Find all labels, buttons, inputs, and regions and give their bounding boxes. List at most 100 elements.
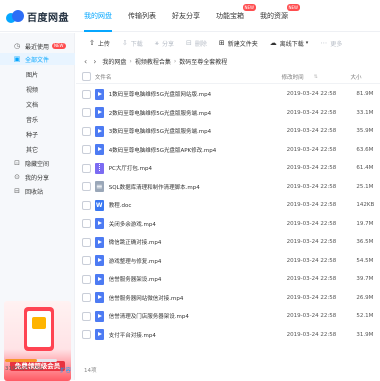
- row-checkbox[interactable]: [82, 145, 91, 154]
- offline-download-button[interactable]: ☁离线下载▾: [265, 36, 314, 50]
- table-row[interactable]: 微信跳正确对接.mp42019-03-24 22:5836.5M: [76, 233, 380, 252]
- row-checkbox[interactable]: [82, 127, 91, 136]
- video-file-icon: [95, 311, 104, 322]
- table-row[interactable]: 4数码至尊电脑维修5G光盘版APK修改.mp42019-03-24 22:586…: [76, 141, 380, 160]
- file-modified-time: 2019-03-24 22:58: [287, 276, 357, 282]
- sidebar-item-all-files[interactable]: ▣ 全部文件: [0, 53, 75, 65]
- row-checkbox[interactable]: [82, 275, 91, 284]
- file-size: 39.7M: [356, 276, 380, 282]
- file-name[interactable]: 教程.doc: [109, 201, 287, 209]
- row-checkbox[interactable]: [82, 90, 91, 99]
- file-table-header: 文件名 修改时间⇅ 大小: [76, 70, 380, 84]
- sidebar-item-recycle-bin[interactable]: ⊟ 回收站: [0, 185, 75, 197]
- table-row[interactable]: PC大厅打包.mp42019-03-24 22:5861.4M: [76, 159, 380, 178]
- delete-button[interactable]: ⊟删除: [181, 36, 212, 50]
- toolbar: ⇧上传 ⇩下载 ⚹分享 ⊟删除 ⊞新建文件夹 ☁离线下载▾ ⋯更多: [76, 33, 380, 53]
- row-checkbox[interactable]: [82, 238, 91, 247]
- sidebar-item-torrents[interactable]: 种子: [0, 128, 75, 140]
- nav-tab-friend-share[interactable]: 好友分享: [164, 0, 208, 32]
- row-checkbox[interactable]: [82, 201, 91, 210]
- download-button[interactable]: ⇩下载: [117, 36, 148, 50]
- row-checkbox[interactable]: [82, 256, 91, 265]
- video-file-icon: [95, 144, 104, 155]
- breadcrumb-item[interactable]: 视频教程合集: [135, 57, 171, 66]
- chevron-down-icon: ▾: [306, 40, 309, 46]
- column-header-name[interactable]: 文件名: [95, 73, 282, 81]
- new-folder-button[interactable]: ⊞新建文件夹: [214, 36, 263, 50]
- column-header-time[interactable]: 修改时间⇅: [282, 73, 351, 81]
- table-row[interactable]: 1数码至尊电脑维修5G光盘版网站版.mp42019-03-24 22:5881.…: [76, 85, 380, 104]
- table-row[interactable]: 游戏整理与修复.mp42019-03-24 22:5854.5M: [76, 252, 380, 271]
- upload-button[interactable]: ⇧上传: [84, 36, 115, 50]
- file-name[interactable]: 信誉服务器架设.mp4: [109, 275, 287, 283]
- file-modified-time: 2019-03-24 22:58: [287, 239, 357, 245]
- file-modified-time: 2019-03-24 22:58: [287, 128, 357, 134]
- file-modified-time: 2019-03-24 22:58: [287, 258, 357, 264]
- storage-quota-bar: [5, 359, 57, 362]
- storage-quota-text: 3197G/5125G: [5, 366, 43, 372]
- row-checkbox[interactable]: [82, 108, 91, 117]
- app-logo[interactable]: 百度网盘: [6, 6, 69, 26]
- file-modified-time: 2019-03-24 22:58: [287, 165, 357, 171]
- table-row[interactable]: 关闭多余游戏.mp42019-03-24 22:5819.7M: [76, 215, 380, 234]
- file-name[interactable]: 游戏整理与修复.mp4: [109, 257, 287, 265]
- table-row[interactable]: 信誉服务器架设.mp42019-03-24 22:5839.7M: [76, 270, 380, 289]
- sidebar-item-recent[interactable]: ◷ 最近使用 NEW: [0, 40, 75, 52]
- sidebar-item-images[interactable]: 图片: [0, 68, 75, 80]
- file-name[interactable]: 微信跳正确对接.mp4: [109, 238, 287, 246]
- table-row[interactable]: 信誉清理及门店服务器架设.mp42019-03-24 22:5852.1M: [76, 307, 380, 326]
- file-size: 63.6M: [356, 147, 380, 153]
- forward-arrow-icon[interactable]: ›: [93, 57, 96, 66]
- breadcrumb-item[interactable]: 我的网盘: [102, 57, 126, 66]
- file-name[interactable]: 4数码至尊电脑维修5G光盘版APK修改.mp4: [109, 146, 287, 154]
- more-button[interactable]: ⋯更多: [315, 36, 347, 50]
- video-file-icon: [95, 218, 104, 229]
- file-name[interactable]: 3数码至尊电脑维修5G光盘版服务端.mp4: [109, 127, 287, 135]
- back-arrow-icon[interactable]: ‹: [84, 57, 87, 66]
- select-all-checkbox[interactable]: [82, 72, 91, 81]
- row-checkbox[interactable]: [82, 312, 91, 321]
- file-name[interactable]: 1数码至尊电脑维修5G光盘版网站版.mp4: [109, 90, 287, 98]
- nav-tab-transfer-list[interactable]: 传输列表: [120, 0, 164, 32]
- table-row[interactable]: 教程.doc2019-03-24 22:58142KB: [76, 196, 380, 215]
- row-checkbox[interactable]: [82, 293, 91, 302]
- table-row[interactable]: 信誉服务器网站微信对接.mp42019-03-24 22:5826.9M: [76, 289, 380, 308]
- row-checkbox[interactable]: [82, 219, 91, 228]
- column-header-size[interactable]: 大小: [351, 73, 380, 81]
- file-name[interactable]: 关闭多余游戏.mp4: [109, 220, 287, 228]
- sidebar-item-documents[interactable]: 文档: [0, 98, 75, 110]
- phone-gift-illustration: [24, 307, 54, 351]
- row-checkbox[interactable]: [82, 164, 91, 173]
- table-row[interactable]: 2数码至尊电脑维修5G光盘版服务端.mp42019-03-24 22:5833.…: [76, 104, 380, 123]
- top-bar: 百度网盘 我的网盘 传输列表 好友分享 功能宝箱NEW 我的资源NEW: [0, 0, 380, 32]
- sidebar-item-music[interactable]: 音乐: [0, 113, 75, 125]
- file-name[interactable]: 信誉服务器网站微信对接.mp4: [109, 294, 287, 302]
- file-name[interactable]: 2数码至尊电脑维修5G光盘版服务端.mp4: [109, 109, 287, 117]
- file-name[interactable]: 信誉清理及门店服务器架设.mp4: [109, 312, 287, 320]
- nav-tab-my-resources[interactable]: 我的资源NEW: [252, 0, 296, 32]
- breadcrumb: ‹ › 我的网盘 › 视频教程合集 › 数码至尊全套教程: [76, 54, 380, 68]
- share-button[interactable]: ⚹分享: [150, 36, 179, 50]
- table-row[interactable]: 3数码至尊电脑维修5G光盘版服务端.mp42019-03-24 22:5835.…: [76, 122, 380, 141]
- table-row[interactable]: 支付平台对接.mp42019-03-24 22:5831.9M: [76, 326, 380, 345]
- table-row[interactable]: SQL数据库清理和制作清理脚本.mp42019-03-24 22:5825.1M: [76, 178, 380, 197]
- lock-icon: ⊡: [13, 159, 21, 167]
- file-name[interactable]: SQL数据库清理和制作清理脚本.mp4: [109, 183, 287, 191]
- file-name[interactable]: 支付平台对接.mp4: [109, 331, 287, 339]
- cloud-download-icon: ☁: [270, 39, 277, 47]
- expand-storage-link[interactable]: 扩容: [60, 366, 71, 374]
- nav-tab-feature-box[interactable]: 功能宝箱NEW: [208, 0, 252, 32]
- sidebar-item-hidden-space[interactable]: ⊡ 隐藏空间: [0, 157, 75, 169]
- new-badge: NEW: [52, 43, 65, 49]
- file-name[interactable]: PC大厅打包.mp4: [109, 164, 287, 172]
- file-modified-time: 2019-03-24 22:58: [287, 295, 357, 301]
- row-checkbox[interactable]: [82, 182, 91, 191]
- sidebar-item-other[interactable]: 其它: [0, 143, 75, 155]
- share-icon: ⊙: [13, 173, 21, 181]
- nav-tab-my-disk[interactable]: 我的网盘: [76, 0, 120, 32]
- sidebar-item-videos[interactable]: 视频: [0, 83, 75, 95]
- sidebar-item-my-shares[interactable]: ⊙ 我的分享: [0, 171, 75, 183]
- row-checkbox[interactable]: [82, 330, 91, 339]
- file-modified-time: 2019-03-24 22:58: [287, 91, 357, 97]
- file-size: 25.1M: [356, 184, 380, 190]
